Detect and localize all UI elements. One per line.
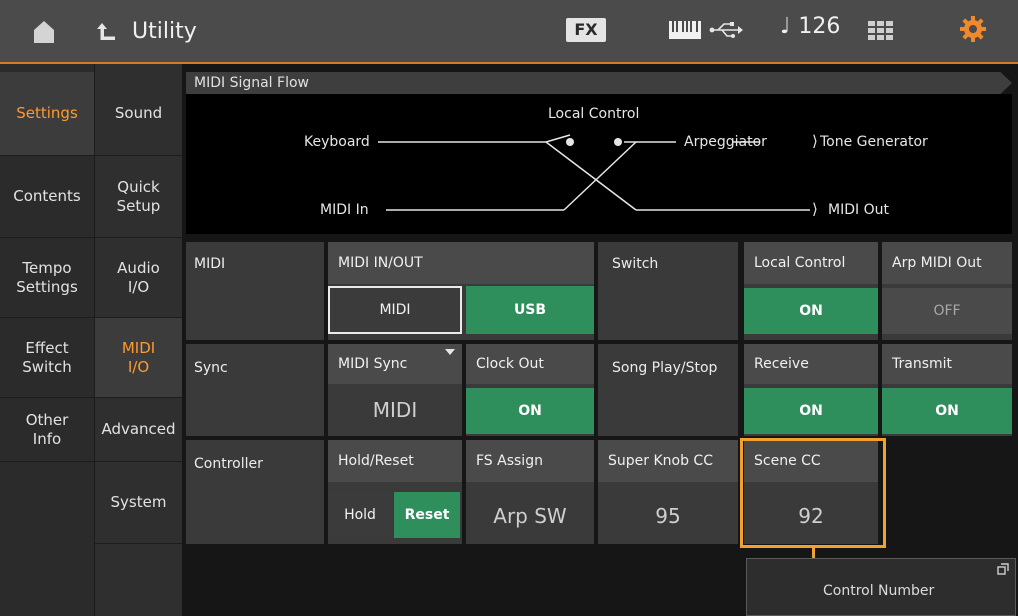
hold-reset-header: Hold/Reset <box>328 440 462 482</box>
hold-button[interactable]: Hold <box>328 492 392 538</box>
nav-quick-setup[interactable]: Quick Setup <box>95 156 182 238</box>
nav-tempo-settings[interactable]: Tempo Settings <box>0 238 94 318</box>
control-number-label: Control Number <box>823 583 935 599</box>
usb-icon <box>709 22 743 38</box>
receive-toggle[interactable]: ON <box>744 388 878 434</box>
nav-other-info[interactable]: Other Info <box>0 398 94 462</box>
keyboard-icon <box>669 21 701 39</box>
home-icon <box>34 21 54 43</box>
nav-audio-io[interactable]: Audio I/O <box>95 238 182 318</box>
nav-sound[interactable]: Sound <box>95 72 182 156</box>
sync-row-bg <box>186 344 324 436</box>
arp-midi-out-toggle[interactable]: OFF <box>882 288 1012 334</box>
usb-option-button[interactable]: USB <box>466 286 594 334</box>
fs-assign-value[interactable]: Arp SW <box>466 492 594 540</box>
arrow-icon: ⟩ <box>812 200 818 218</box>
nav-system[interactable]: System <box>95 462 182 544</box>
nav-midi-io[interactable]: MIDI I/O <box>95 318 182 398</box>
song-row-bg <box>598 344 738 436</box>
label-midi-in: MIDI In <box>320 202 369 218</box>
nav-effect-switch[interactable]: Effect Switch <box>0 318 94 398</box>
clock-out-header: Clock Out <box>466 344 594 384</box>
label-midi-out: MIDI Out <box>828 202 889 218</box>
nav-advanced[interactable]: Advanced <box>95 398 182 462</box>
scene-cc-highlight <box>740 438 886 548</box>
midi-row-label: MIDI <box>194 256 226 272</box>
local-control-toggle[interactable]: ON <box>744 288 878 334</box>
primary-nav: Settings Contents Tempo Settings Effect … <box>0 64 94 616</box>
transmit-toggle[interactable]: ON <box>882 388 1012 434</box>
grid-icon[interactable] <box>866 18 896 44</box>
back-button[interactable]: Utility <box>96 16 256 46</box>
top-bar: Utility FX ♩ 126 <box>0 0 1018 64</box>
reset-button[interactable]: Reset <box>394 492 460 538</box>
midi-sync-header: MIDI Sync <box>328 344 462 384</box>
receive-header: Receive <box>744 344 878 384</box>
note-icon: ♩ <box>780 14 791 39</box>
secondary-nav: Sound Quick Setup Audio I/O MIDI I/O Adv… <box>94 64 182 616</box>
signal-flow-diagram: Local Control Keyboard Arpeggiator Tone … <box>186 94 1012 234</box>
label-arpeggiator: Arpeggiator <box>684 134 767 150</box>
fs-assign-header: FS Assign <box>466 440 594 482</box>
tempo-display[interactable]: ♩ 126 <box>780 14 840 39</box>
transmit-header: Transmit <box>882 344 1012 384</box>
super-knob-value[interactable]: 95 <box>598 492 738 540</box>
local-control-header: Local Control <box>744 242 878 284</box>
signal-flow-title: MIDI Signal Flow <box>186 72 1012 94</box>
expand-icon[interactable] <box>997 563 1009 575</box>
dropdown-triangle-icon <box>445 349 455 355</box>
label-tone-generator: Tone Generator <box>820 134 928 150</box>
home-button[interactable] <box>20 14 68 48</box>
nav-settings[interactable]: Settings <box>0 72 94 156</box>
page-title: Utility <box>132 18 197 44</box>
super-knob-header: Super Knob CC <box>598 440 738 482</box>
label-local-control: Local Control <box>548 106 640 122</box>
clock-out-toggle[interactable]: ON <box>466 388 594 434</box>
controller-row-label: Controller <box>194 456 263 472</box>
arrow-icon: ⟩ <box>812 132 818 150</box>
switch-row-label: Switch <box>612 256 659 272</box>
fx-badge[interactable]: FX <box>566 18 606 42</box>
midi-sync-value[interactable]: MIDI <box>328 388 462 432</box>
gear-icon[interactable] <box>958 14 988 44</box>
midi-inout-header: MIDI IN/OUT <box>328 242 594 284</box>
song-row-label: Song Play/Stop <box>612 360 718 376</box>
control-number-popup[interactable]: Control Number <box>746 558 1016 616</box>
sync-row-label: Sync <box>194 360 228 376</box>
midi-option-button[interactable]: MIDI <box>328 286 462 334</box>
nav-contents[interactable]: Contents <box>0 156 94 238</box>
arp-midi-out-header: Arp MIDI Out <box>882 242 1012 284</box>
label-keyboard: Keyboard <box>304 134 370 150</box>
tempo-value: 126 <box>798 14 841 39</box>
back-arrow-icon <box>97 23 115 40</box>
